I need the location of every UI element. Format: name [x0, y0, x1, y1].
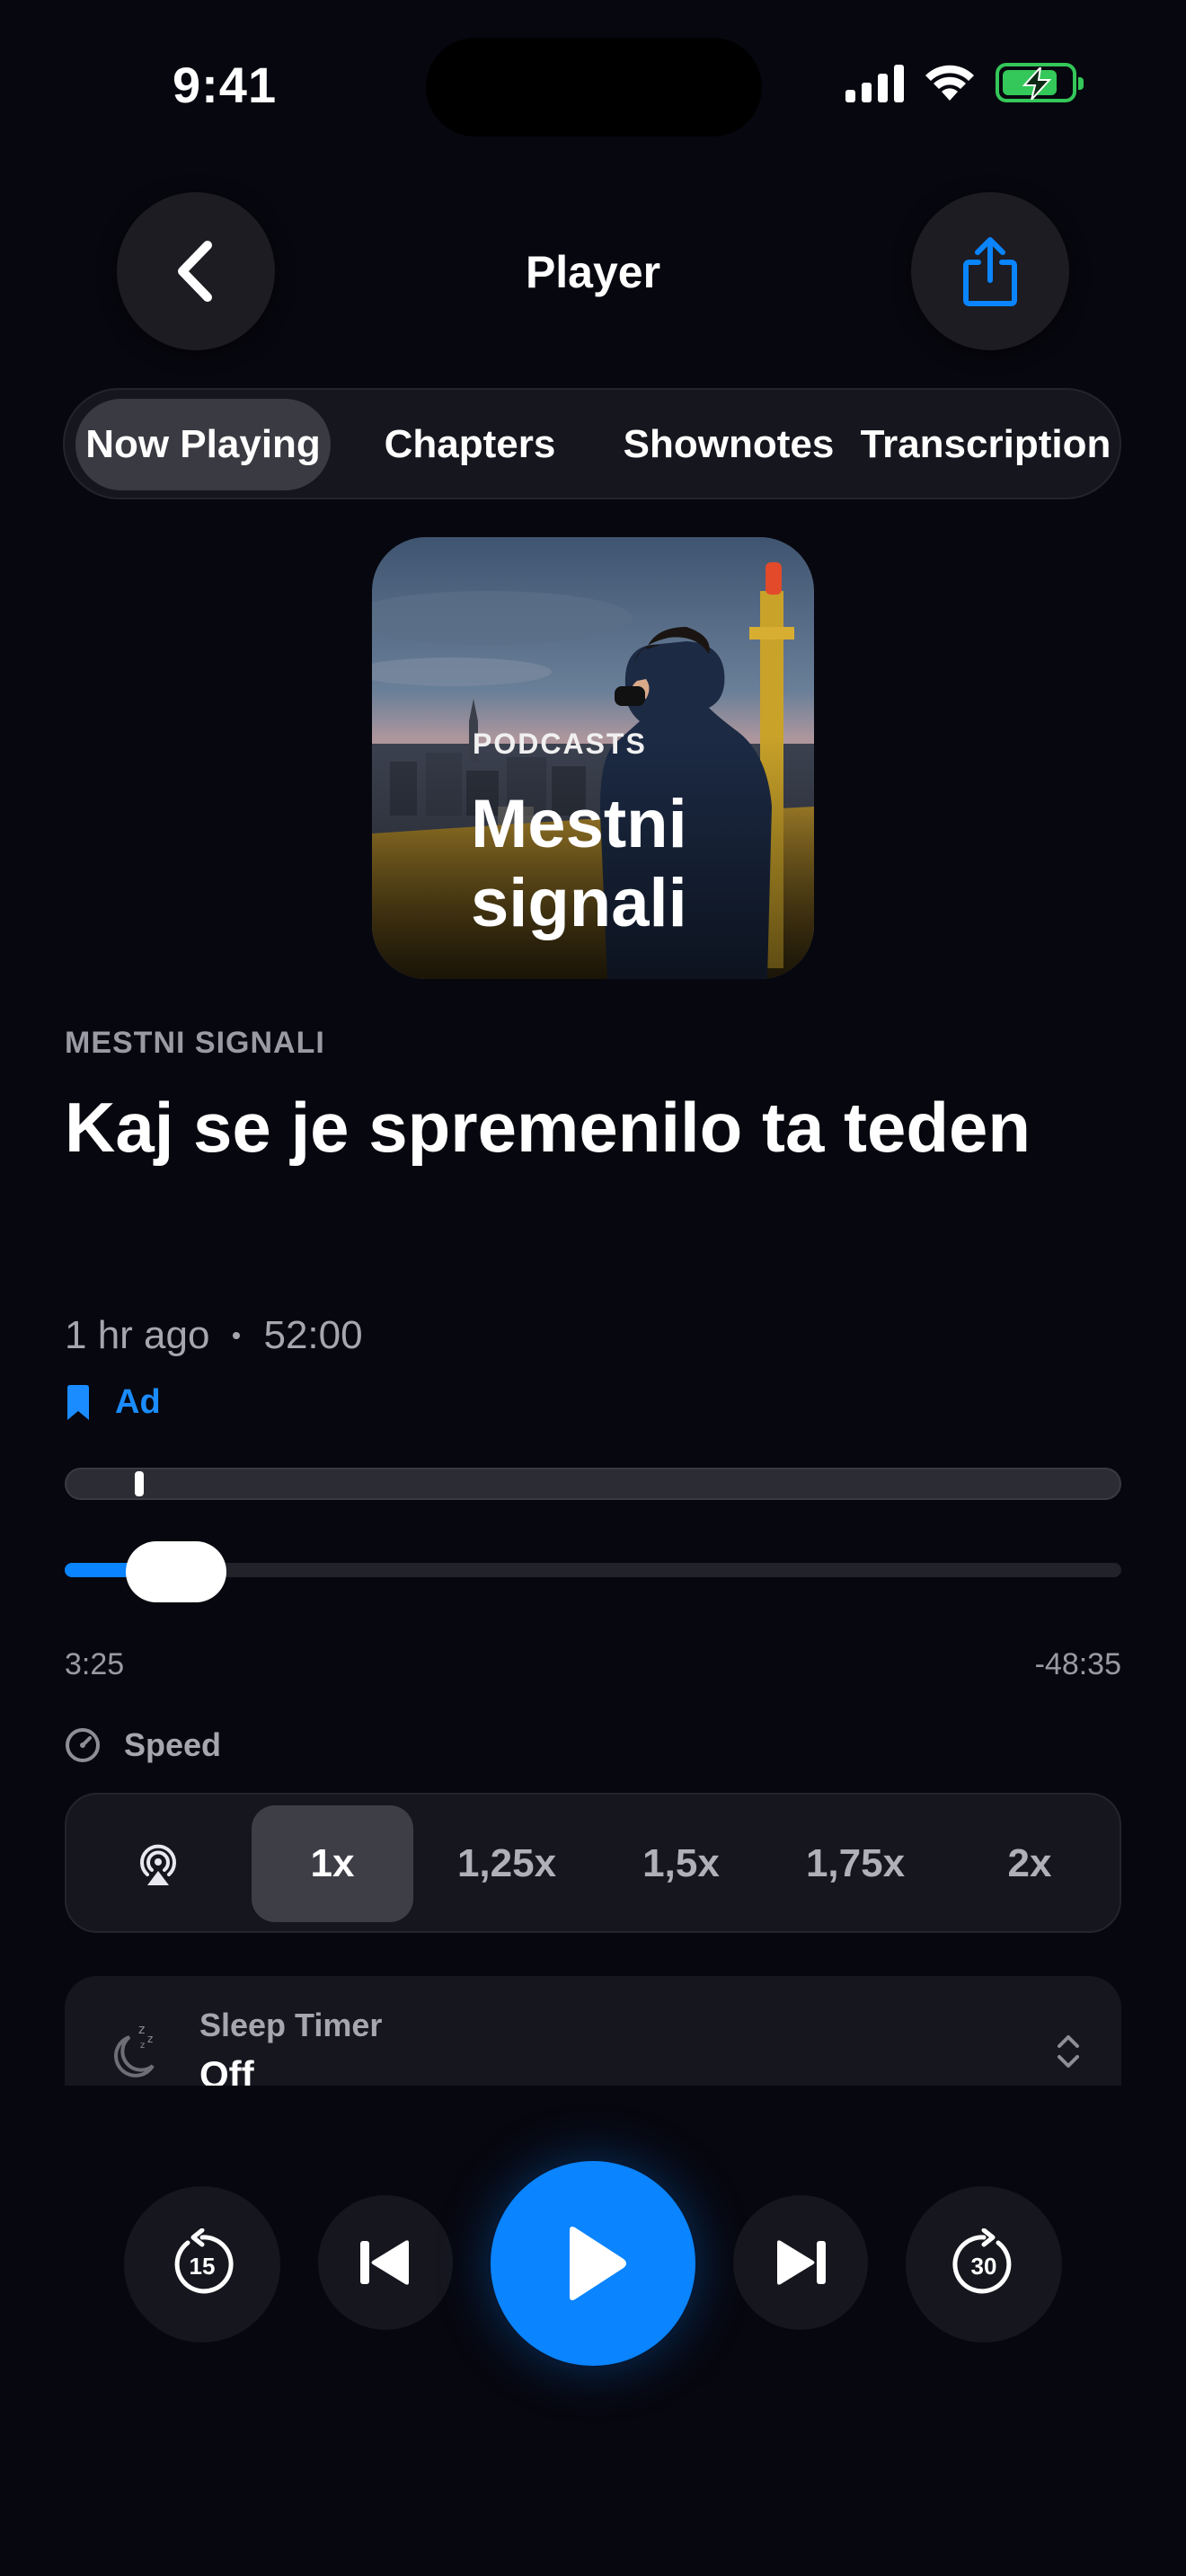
- svg-text:z: z: [140, 2041, 145, 2051]
- chapter-marker: [135, 1471, 144, 1496]
- speed-label: Speed: [124, 1726, 222, 1763]
- artwork-title-line1: Mestni: [471, 786, 687, 862]
- tab-transcription[interactable]: Transcription: [854, 399, 1118, 490]
- artwork-title: Mestni signali: [471, 785, 687, 943]
- speed-selector: 1x 1,25x 1,5x 1,75x 2x: [65, 1793, 1121, 1933]
- speed-option-2x[interactable]: 2x: [949, 1805, 1111, 1922]
- share-icon: [963, 237, 1017, 306]
- battery-icon: [996, 63, 1084, 102]
- speedometer-icon: [66, 1728, 100, 1762]
- player-screen: 9:41 Player Now Playing Chapters Shownot…: [0, 0, 1186, 2576]
- artwork-title-line2: signali: [471, 865, 687, 941]
- status-time: 9:41: [173, 57, 278, 113]
- ad-label: Ad: [115, 1383, 161, 1421]
- moon-zzz-icon: z z z: [114, 2023, 155, 2078]
- dynamic-island: [426, 38, 762, 137]
- skip-back-seconds: 15: [190, 2253, 216, 2280]
- episode-duration: 52:00: [263, 1313, 363, 1357]
- play-button[interactable]: [491, 2161, 695, 2366]
- tab-chapters[interactable]: Chapters: [340, 399, 600, 490]
- skip-forward-30-icon: 30: [952, 2228, 1012, 2294]
- skip-back-15-icon: 15: [174, 2228, 234, 2294]
- wifi-icon: [925, 65, 974, 101]
- podcast-artwork: PODCASTS Mestni signali: [372, 537, 814, 979]
- charging-bolt-icon: [1022, 67, 1052, 100]
- speed-option-1-5x[interactable]: 1,5x: [600, 1805, 762, 1922]
- svg-text:z: z: [147, 2033, 153, 2045]
- next-chapter-button[interactable]: [733, 2195, 868, 2330]
- svg-text:z: z: [138, 2023, 145, 2037]
- speed-header: Speed: [65, 1726, 221, 1764]
- elapsed-time: 3:25: [65, 1647, 125, 1681]
- share-button[interactable]: [911, 192, 1069, 350]
- playback-progress-fill: [65, 1563, 135, 1577]
- bookmark-icon: [67, 1384, 89, 1420]
- cellular-signal-icon: [845, 63, 904, 102]
- sleep-timer-label: Sleep Timer: [199, 2007, 383, 2043]
- previous-chapter-button[interactable]: [318, 2195, 453, 2330]
- playback-scrubber-thumb[interactable]: [126, 1541, 226, 1602]
- speed-option-1-25x[interactable]: 1,25x: [426, 1805, 588, 1922]
- airplay-audio-icon: [140, 1844, 176, 1885]
- published-time: 1 hr ago: [65, 1313, 210, 1357]
- tab-shownotes[interactable]: Shownotes: [600, 399, 857, 490]
- airplay-button[interactable]: [77, 1805, 239, 1922]
- next-track-icon: [777, 2240, 826, 2285]
- skip-forward-seconds: 30: [971, 2253, 997, 2280]
- skip-forward-button[interactable]: 30: [906, 2186, 1062, 2342]
- separator-dot: [233, 1332, 241, 1339]
- status-icons: [845, 63, 1084, 102]
- previous-track-icon: [360, 2240, 409, 2285]
- sleep-timer-selector[interactable]: z z z Sleep Timer Off: [65, 1976, 1121, 2086]
- play-icon: [570, 2227, 626, 2300]
- episode-title: Kaj se je spremenilo ta teden: [65, 1088, 1031, 1167]
- tab-now-playing[interactable]: Now Playing: [75, 399, 331, 490]
- skip-back-button[interactable]: 15: [124, 2186, 280, 2342]
- show-name[interactable]: MESTNI SIGNALI: [65, 1026, 325, 1061]
- speed-option-1x[interactable]: 1x: [252, 1805, 413, 1922]
- episode-meta: 1 hr ago 52:00: [65, 1313, 363, 1358]
- player-tabs: Now Playing Chapters Shownotes Transcrip…: [63, 388, 1121, 499]
- remaining-time: -48:35: [1034, 1647, 1121, 1681]
- chevron-up-down-icon: [1058, 2035, 1079, 2068]
- sleep-timer-value: Off: [199, 2053, 254, 2086]
- chapter-progress-bar[interactable]: [65, 1468, 1121, 1500]
- artwork-label: PODCASTS: [473, 728, 647, 760]
- ad-chapter-tag[interactable]: Ad: [65, 1383, 161, 1422]
- speed-option-1-75x[interactable]: 1,75x: [774, 1805, 936, 1922]
